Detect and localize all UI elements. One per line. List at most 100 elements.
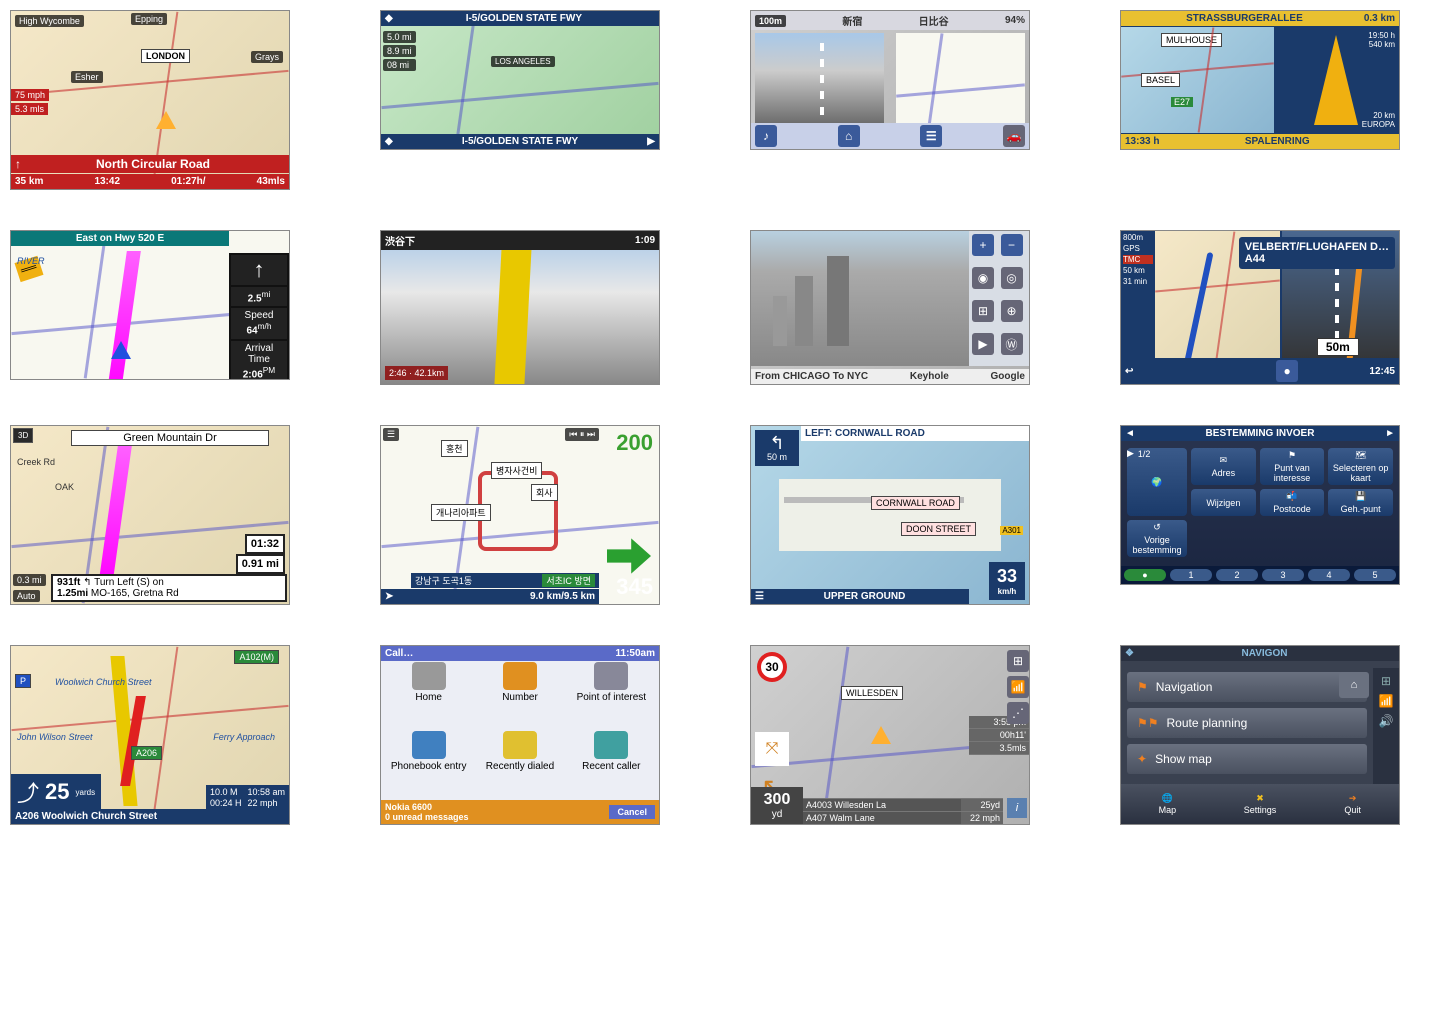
num-button[interactable]: 1 <box>1170 569 1212 581</box>
eta: 2:06 <box>243 369 263 380</box>
vw-icon[interactable]: Ⓦ <box>1001 333 1023 355</box>
sound-icon[interactable]: 🔊 <box>1379 714 1394 728</box>
zoom-in-icon[interactable]: + <box>972 234 994 256</box>
bot-map[interactable]: 🌐Map <box>1121 784 1214 824</box>
windows-icon[interactable]: ⊞ <box>1007 650 1029 672</box>
menu-grid: Home Number Point of interest Phonebook … <box>381 646 659 788</box>
label: Arrival Time <box>245 343 273 365</box>
tile-memory[interactable]: 💾Geh.-punt <box>1328 489 1393 516</box>
tool-icon[interactable]: ⊞ <box>972 300 994 322</box>
bottom-bar: 🌐Map ✖Settings ➔Quit <box>1121 784 1399 824</box>
tool-icon[interactable]: ◎ <box>1001 267 1023 289</box>
home-button[interactable]: ⌂ <box>1339 672 1369 698</box>
music-icon[interactable]: ♪ <box>755 125 777 147</box>
menu-icon[interactable]: ☰ <box>920 125 942 147</box>
tile-wijzigen[interactable]: Wijzigen <box>1191 489 1256 516</box>
tool-icon[interactable]: ⊕ <box>1001 300 1023 322</box>
street: Creek Rd <box>13 456 59 468</box>
menu-navigation[interactable]: ⚑Navigation <box>1127 672 1367 702</box>
t: 3.5mls <box>969 742 1029 755</box>
play-icon[interactable]: ▶ <box>647 136 655 147</box>
scale: 100m <box>755 15 786 27</box>
caption-bar: From CHICAGO To NYC Keyhole Google <box>751 369 1029 384</box>
city: MULHOUSE <box>1161 33 1222 47</box>
bot-settings[interactable]: ✖Settings <box>1214 784 1307 824</box>
tile-postcode[interactable]: 📬Postcode <box>1260 489 1325 516</box>
play-icon[interactable]: ▶ <box>972 333 994 355</box>
bottom-bar: ◆ I-5/GOLDEN STATE FWY ▶ <box>381 134 659 149</box>
nav-woolwich: A102(M) P Woolwich Church Street John Wi… <box>10 645 290 825</box>
menu-phonebook[interactable]: Phonebook entry <box>385 719 472 784</box>
unit: yd <box>751 809 803 820</box>
stat: 31 min <box>1123 277 1153 286</box>
next-icon[interactable]: ► <box>1385 428 1395 439</box>
city: LOS ANGELES <box>491 56 555 67</box>
tile-prev[interactable]: ↺Vorige bestemming <box>1127 520 1187 557</box>
map-2d-view[interactable] <box>896 33 1025 127</box>
map-view[interactable]: MULHOUSE BASEL E27 <box>1121 27 1274 133</box>
step-dist: 8.9 mi <box>383 45 416 57</box>
back-icon[interactable]: ◄ <box>1125 428 1135 439</box>
num-button[interactable]: 5 <box>1354 569 1396 581</box>
menu-icon[interactable]: ☰ <box>383 428 399 441</box>
town: High Wycombe <box>15 15 84 27</box>
exit-icon: ➔ <box>1349 793 1357 804</box>
turn-left-arrow-icon: ↰ <box>759 434 795 452</box>
zoom-out-icon[interactable]: − <box>1001 234 1023 256</box>
tile-adres[interactable]: ✉Adres <box>1191 448 1256 485</box>
tile-poi[interactable]: ⚑Punt van interesse <box>1260 448 1325 485</box>
nav-la: ◆ I-5/GOLDEN STATE FWY LOS ANGELES 5.0 m… <box>380 10 660 150</box>
btn[interactable]: Keyhole <box>910 371 949 382</box>
recent-caller-icon <box>594 731 628 759</box>
back-icon[interactable]: ↩ <box>1125 366 1133 377</box>
city-label: LONDON <box>141 49 190 63</box>
play-icon[interactable]: ▶ <box>1127 448 1134 459</box>
num-button[interactable]: 4 <box>1308 569 1350 581</box>
tab[interactable]: 日比谷 <box>919 13 949 28</box>
num-button[interactable]: ● <box>1124 569 1166 581</box>
dest: VELBERT/FLUGHAFEN D… <box>1245 241 1389 253</box>
nav-willesden: 30 WILLESDEN ⤧ ↖ 3:55 pm 00h11' 3.5mls ⊞… <box>750 645 1030 825</box>
info-button[interactable]: i <box>1007 798 1027 818</box>
nav-cornwall: LEFT: CORNWALL ROAD ↰ 50 m CORNWALL ROAD… <box>750 425 1030 605</box>
tool-icon[interactable]: ◉ <box>972 267 994 289</box>
poi-icon <box>594 662 628 690</box>
street-3d-view <box>755 33 884 127</box>
pager: 1/2 <box>1138 449 1151 459</box>
menu-map[interactable]: ✦Show map <box>1127 744 1367 774</box>
turn-icon: ↑ <box>15 157 21 171</box>
view-3d-button[interactable]: 3D <box>13 428 33 443</box>
route-arrow <box>494 241 532 385</box>
menu-route[interactable]: ⚑⚑Route planning <box>1127 708 1367 738</box>
s: 22 mph <box>247 798 285 808</box>
label: Phonebook entry <box>391 761 467 772</box>
nav-london: High Wycombe Epping Esher Grays LONDON 7… <box>10 10 290 190</box>
brand: Google <box>991 371 1025 382</box>
roads-decor <box>381 11 659 149</box>
label: Show map <box>1155 752 1212 766</box>
road: 渋谷下 <box>385 233 415 248</box>
menu-icon[interactable]: ☰ <box>755 591 764 602</box>
cancel-button[interactable]: Cancel <box>609 805 655 819</box>
menu-recent-dial[interactable]: Recently dialed <box>476 719 563 784</box>
stat: 540 km <box>1368 40 1395 49</box>
label: Quit <box>1344 805 1361 815</box>
tile-select-map[interactable]: 🗺Selecteren op kaart <box>1328 448 1393 485</box>
compass-icon[interactable]: ➤ <box>385 591 393 602</box>
bot-quit[interactable]: ➔Quit <box>1306 784 1399 824</box>
windows-icon[interactable]: ⊞ <box>1381 674 1391 688</box>
num-button[interactable]: 3 <box>1262 569 1304 581</box>
car-icon[interactable]: 🚗 <box>1003 125 1025 147</box>
num-button[interactable]: 2 <box>1216 569 1258 581</box>
tab[interactable]: 新宿 <box>842 13 862 28</box>
menu-recent-caller[interactable]: Recent caller <box>568 719 655 784</box>
media-controls[interactable]: ⏮ ⏸ ⏭ <box>565 428 599 441</box>
vehicle-cursor-icon <box>111 341 131 359</box>
turn-arrow-icon: ⤴ <box>17 776 39 808</box>
poi: 개나리아파트 <box>431 504 491 521</box>
msg: 0 unread messages <box>385 812 469 822</box>
home-icon[interactable]: ⌂ <box>838 125 860 147</box>
nav-korean: 200 ☰ ⏮ ⏸ ⏭ 345 ➤ 9.0 km/9.5 km 강남구 도곡1동… <box>380 425 660 605</box>
rec-icon[interactable]: ● <box>1276 360 1298 382</box>
city-3d-view[interactable] <box>751 231 969 366</box>
